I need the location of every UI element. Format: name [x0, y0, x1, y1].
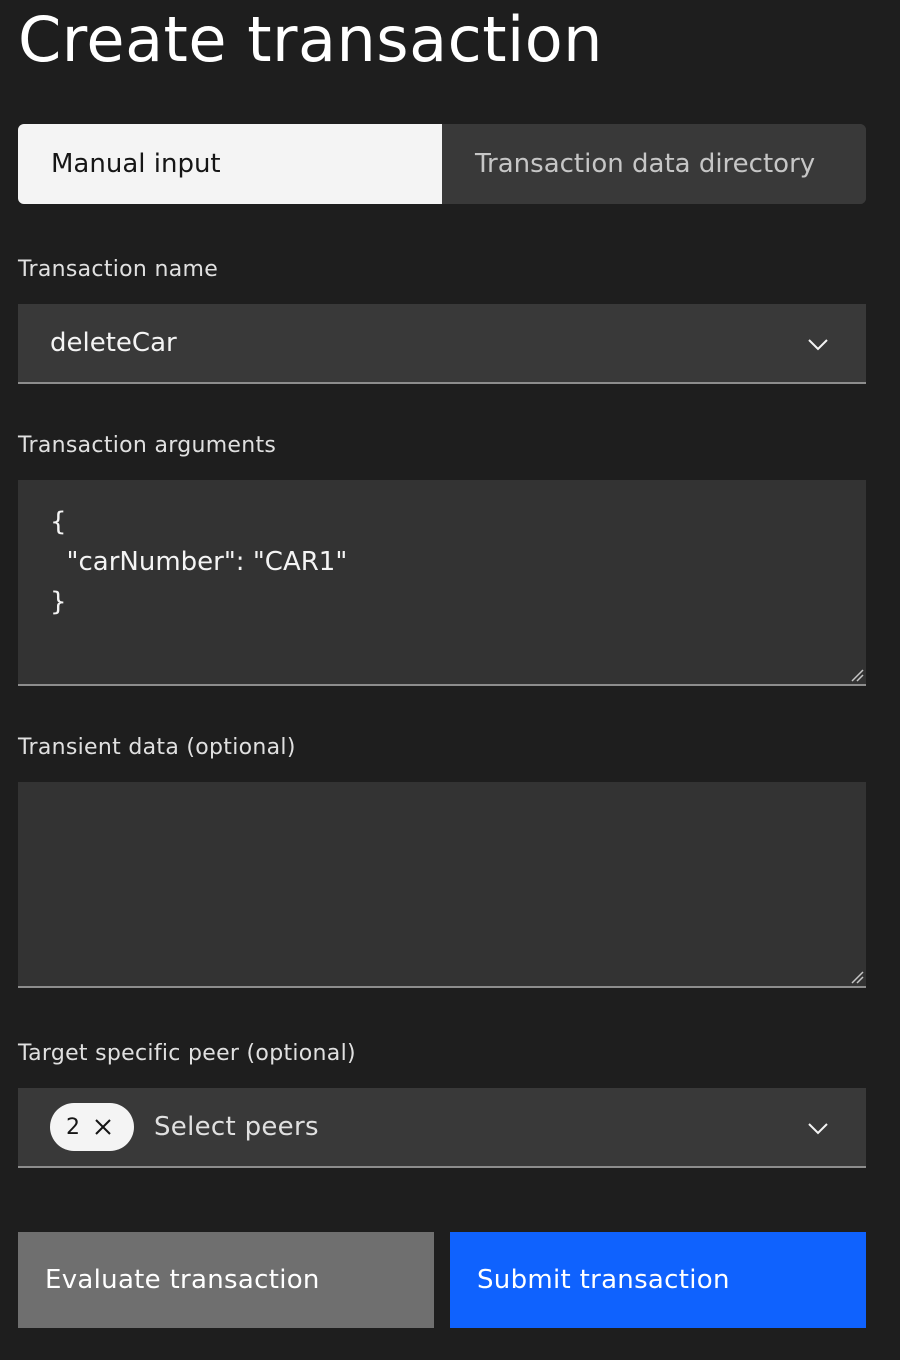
transient-data-label: Transient data (optional): [18, 735, 296, 760]
transaction-arguments-label: Transaction arguments: [18, 433, 277, 458]
page-title: Create transaction: [18, 3, 603, 76]
select-peers-placeholder: Select peers: [154, 1112, 319, 1142]
target-peer-label: Target specific peer (optional): [18, 1041, 356, 1066]
chevron-down-icon: [808, 339, 828, 351]
evaluate-transaction-button[interactable]: Evaluate transaction: [18, 1232, 434, 1328]
tab-transaction-data-directory[interactable]: Transaction data directory: [442, 124, 866, 204]
transient-data-textarea[interactable]: [18, 782, 866, 988]
chevron-down-icon: [808, 1123, 828, 1135]
close-icon[interactable]: [94, 1118, 112, 1136]
transaction-arguments-value: { "carNumber": "CAR1" }: [50, 507, 348, 617]
selected-count-tag: 2: [50, 1103, 134, 1151]
tab-manual-input[interactable]: Manual input: [18, 124, 442, 204]
resize-handle-icon[interactable]: [850, 970, 864, 984]
submit-transaction-button[interactable]: Submit transaction: [450, 1232, 866, 1328]
input-mode-tabs: Manual input Transaction data directory: [18, 124, 866, 204]
transaction-name-value: deleteCar: [50, 328, 177, 358]
target-peer-multiselect[interactable]: 2 Select peers: [18, 1088, 866, 1168]
resize-handle-icon[interactable]: [850, 668, 864, 682]
transaction-name-dropdown[interactable]: deleteCar: [18, 304, 866, 384]
selected-count: 2: [66, 1114, 80, 1140]
transaction-arguments-textarea[interactable]: { "carNumber": "CAR1" }: [18, 480, 866, 686]
transaction-name-label: Transaction name: [18, 257, 219, 282]
